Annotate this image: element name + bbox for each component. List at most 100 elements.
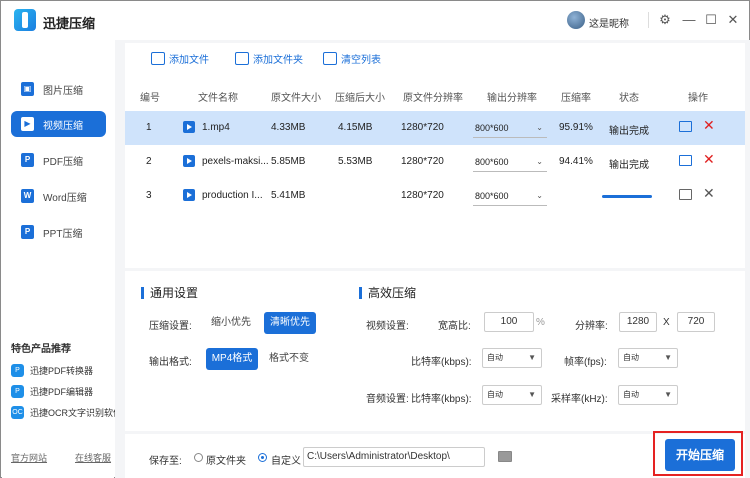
header-name: 文件名称 <box>198 93 238 104</box>
open-folder-icon[interactable] <box>679 155 692 166</box>
delete-icon[interactable]: ✕ <box>703 151 715 167</box>
table-row[interactable]: 2 pexels-maksi... 5.85MB 5.53MB 1280*720… <box>125 145 745 179</box>
header-rate: 压缩率 <box>561 93 591 104</box>
chevron-down-icon: ▼ <box>528 390 536 399</box>
chevron-down-icon: ⌄ <box>536 157 543 166</box>
chevron-down-icon: ▼ <box>528 353 536 362</box>
cell-status: 输出完成 <box>609 160 649 171</box>
size-priority-button[interactable]: 缩小优先 <box>206 312 256 334</box>
sidebar-item-label: PPT压缩 <box>43 228 83 240</box>
output-res-value: 800*600 <box>475 157 509 167</box>
delete-icon[interactable]: ✕ <box>703 185 715 201</box>
browse-folder-icon[interactable] <box>498 451 512 462</box>
ppt-icon: P <box>21 225 34 239</box>
add-file-label: 添加文件 <box>169 55 209 66</box>
minimize-icon[interactable]: — <box>681 12 697 28</box>
keep-format-button[interactable]: 格式不变 <box>264 348 314 370</box>
pdf-converter-icon: P <box>11 363 24 377</box>
app-window: 迅捷压缩 这是昵称 ⚙ — ☐ ✕ ▣ 图片压缩 ▶ 视频压缩 P PDF压缩 W Wo… <box>0 0 750 478</box>
sidebar-item-video[interactable]: ▶ 视频压缩 <box>11 111 106 137</box>
username[interactable]: 这是昵称 <box>589 15 629 30</box>
header-orig-res: 原文件分辨率 <box>403 93 463 104</box>
header-status: 状态 <box>619 93 639 104</box>
compress-setting-label: 压缩设置: <box>149 321 192 332</box>
output-res-value: 800*600 <box>475 191 509 201</box>
table-row[interactable]: 3 production I... 5.41MB 1280*720 800*60… <box>125 179 745 213</box>
video-file-icon <box>183 189 195 201</box>
header-orig-size: 原文件大小 <box>271 93 321 104</box>
sidebar-item-image[interactable]: ▣ 图片压缩 <box>11 76 106 102</box>
online-service-link[interactable]: 在线客服 <box>75 451 111 464</box>
featured-pdf-editor[interactable]: P 迅捷PDF编辑器 <box>11 383 93 399</box>
cell-orig-size: 5.41MB <box>271 190 306 201</box>
open-folder-icon[interactable] <box>679 189 692 200</box>
custom-folder-label[interactable]: 自定义 <box>271 452 301 467</box>
radio-source-folder[interactable] <box>194 453 203 462</box>
trash-icon <box>323 52 337 65</box>
avatar[interactable] <box>567 11 585 29</box>
official-site-link[interactable]: 官方网站 <box>11 451 47 464</box>
header-out-res: 输出分辨率 <box>487 93 537 104</box>
sidebar-item-ppt[interactable]: P PPT压缩 <box>11 219 106 245</box>
aspect-ratio-input[interactable]: 100 <box>484 312 534 332</box>
close-icon[interactable]: ✕ <box>725 12 741 28</box>
cell-no: 3 <box>146 190 152 201</box>
radio-custom-folder[interactable] <box>258 453 267 462</box>
sidebar-item-label: 视频压缩 <box>43 120 83 132</box>
aspect-ratio-label: 宽高比: <box>438 321 471 332</box>
output-res-value: 800*600 <box>475 123 509 133</box>
source-folder-label[interactable]: 原文件夹 <box>206 452 246 467</box>
cell-comp-size: 4.15MB <box>338 122 373 133</box>
audio-setting-label: 音频设置: <box>366 394 409 405</box>
fps-value: 自动 <box>623 353 639 362</box>
output-res-select[interactable]: 800*600 ⌄ <box>473 186 547 206</box>
audio-bitrate-select[interactable]: 自动 ▼ <box>482 385 542 405</box>
sample-rate-label: 采样率(kHz): <box>551 394 608 405</box>
maximize-icon[interactable]: ☐ <box>703 12 719 28</box>
settings-icon[interactable]: ⚙ <box>657 12 673 28</box>
word-icon: W <box>21 189 34 203</box>
bitrate-select[interactable]: 自动 ▼ <box>482 348 542 368</box>
delete-icon[interactable]: ✕ <box>703 117 715 133</box>
cell-name: pexels-maksi... <box>202 156 269 167</box>
featured-pdf-converter[interactable]: P 迅捷PDF转换器 <box>11 362 93 378</box>
resolution-width-input[interactable]: 1280 <box>619 312 657 332</box>
output-res-select[interactable]: 800*600 ⌄ <box>473 118 547 138</box>
clear-list-button[interactable]: 清空列表 <box>323 51 381 66</box>
table-row[interactable]: 1 1.mp4 4.33MB 4.15MB 1280*720 800*600 ⌄ … <box>125 111 745 145</box>
quality-priority-button[interactable]: 清晰优先 <box>264 312 316 334</box>
output-res-select[interactable]: 800*600 ⌄ <box>473 152 547 172</box>
advanced-settings-title: 高效压缩 <box>359 284 416 301</box>
sample-rate-value: 自动 <box>623 390 639 399</box>
header-comp-size: 压缩后大小 <box>335 93 385 104</box>
cell-orig-res: 1280*720 <box>401 122 444 133</box>
output-format-label: 输出格式: <box>149 357 192 368</box>
sample-rate-select[interactable]: 自动 ▼ <box>618 385 678 405</box>
cell-status: 输出完成 <box>609 126 649 137</box>
aspect-unit: % <box>536 317 545 328</box>
clear-list-label: 清空列表 <box>341 55 381 66</box>
video-file-icon <box>183 155 195 167</box>
add-file-icon <box>151 52 165 65</box>
featured-label: 迅捷OCR文字识别软件 <box>30 407 122 418</box>
audio-bitrate-value: 自动 <box>487 390 503 399</box>
save-path-input[interactable]: C:\Users\Administrator\Desktop\ <box>303 447 485 467</box>
mp4-format-button[interactable]: MP4格式 <box>206 348 258 370</box>
bitrate-label: 比特率(kbps): <box>411 357 472 368</box>
sidebar-item-label: 图片压缩 <box>43 85 83 97</box>
cell-comp-size: 5.53MB <box>338 156 373 167</box>
fps-select[interactable]: 自动 ▼ <box>618 348 678 368</box>
chevron-down-icon: ▼ <box>664 353 672 362</box>
start-compress-button[interactable]: 开始压缩 <box>665 439 735 471</box>
header-no: 编号 <box>140 93 160 104</box>
pdf-icon: P <box>21 153 34 167</box>
fps-label: 帧率(fps): <box>564 357 607 368</box>
featured-ocr[interactable]: OC 迅捷OCR文字识别软件 <box>11 404 122 420</box>
sidebar-item-pdf[interactable]: P PDF压缩 <box>11 147 106 173</box>
resolution-height-input[interactable]: 720 <box>677 312 715 332</box>
add-folder-button[interactable]: 添加文件夹 <box>235 51 303 66</box>
open-folder-icon[interactable] <box>679 121 692 132</box>
add-file-button[interactable]: 添加文件 <box>151 51 209 66</box>
progress-bar <box>602 195 652 198</box>
sidebar-item-word[interactable]: W Word压缩 <box>11 183 106 209</box>
